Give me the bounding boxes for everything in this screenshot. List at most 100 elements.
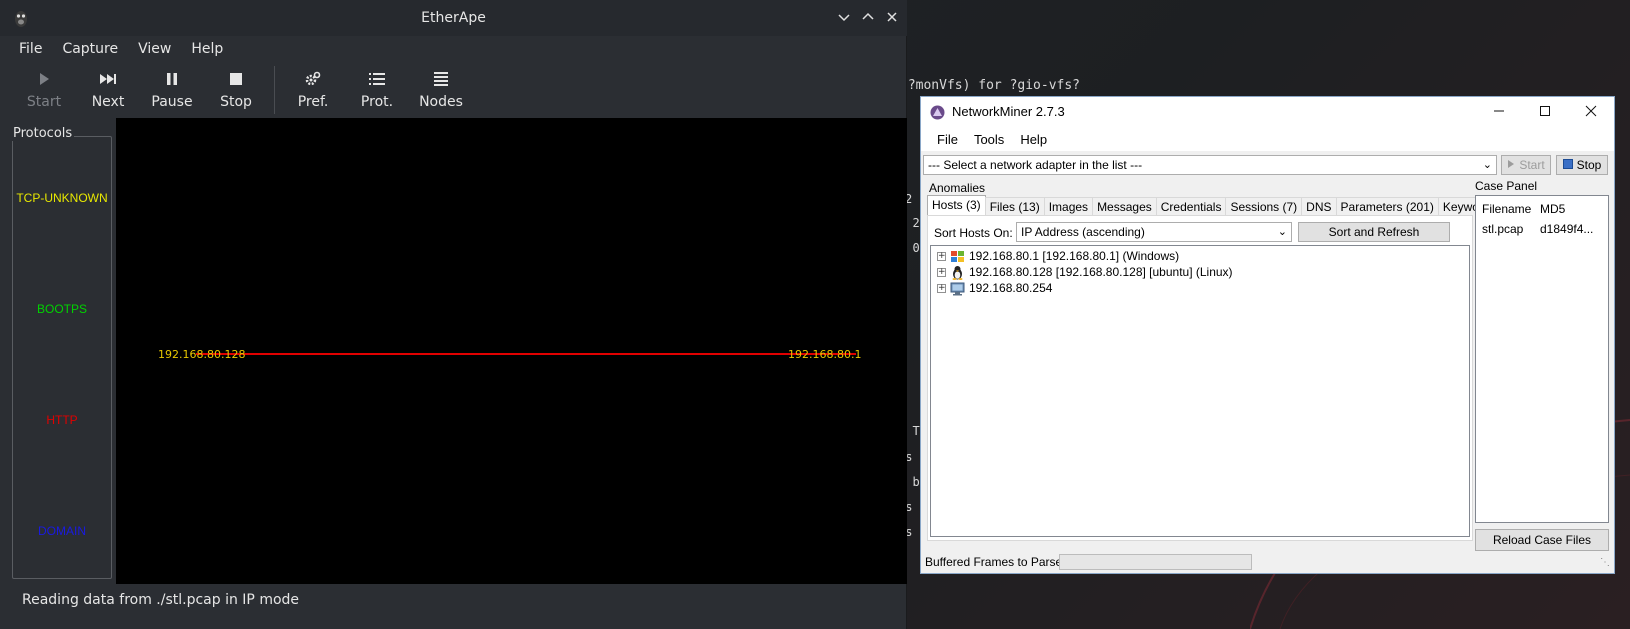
hosts-area: Anomalies Hosts (3) Files (13) Images Me… — [923, 179, 1501, 541]
tab-parameters[interactable]: Parameters (201) — [1335, 197, 1439, 215]
reload-case-files-button[interactable]: Reload Case Files — [1475, 529, 1609, 551]
close-button[interactable] — [1568, 97, 1614, 127]
host-label: 192.168.80.128 [192.168.80.128] [ubuntu]… — [969, 265, 1233, 279]
sort-and-refresh-button[interactable]: Sort and Refresh — [1298, 222, 1450, 242]
toolbar-separator — [274, 66, 275, 114]
windows-icon — [950, 249, 965, 264]
hosts-tree[interactable]: + 192.168.80.1 [192.168.80.1] (Windows) … — [930, 245, 1470, 537]
node-label-left[interactable]: 192.168.80.128 — [158, 348, 245, 361]
tab-files[interactable]: Files (13) — [984, 197, 1045, 215]
protocol-tcp-unknown[interactable]: TCP-UNKNOWN — [12, 191, 112, 205]
start-button[interactable]: Start — [1501, 155, 1551, 175]
case-file-md5: d1849f4... — [1540, 222, 1594, 236]
computer-icon — [950, 281, 965, 296]
start-label: Start — [1519, 158, 1545, 172]
preferences-button[interactable]: Pref. — [281, 64, 345, 118]
protocol-domain[interactable]: DOMAIN — [12, 524, 112, 538]
chevron-down-icon: ⌄ — [1482, 159, 1492, 171]
tab-credentials[interactable]: Credentials — [1155, 197, 1227, 215]
next-button[interactable]: Next — [76, 64, 140, 118]
buffered-frames-label: Buffered Frames to Parse: — [925, 555, 1066, 569]
networkminer-titlebar[interactable]: NetworkMiner 2.7.3 — [921, 97, 1614, 127]
adapter-select-value: --- Select a network adapter in the list… — [928, 158, 1143, 172]
minimize-button[interactable] — [835, 8, 853, 26]
sort-hosts-select[interactable]: IP Address (ascending) ⌄ — [1016, 222, 1292, 242]
stop-button[interactable]: Stop — [1556, 155, 1608, 175]
tab-anomalies[interactable]: Anomalies — [929, 181, 985, 195]
hosts-panel: Sort Hosts On: IP Address (ascending) ⌄ … — [927, 215, 1473, 541]
linux-icon — [950, 265, 965, 280]
protocols-legend: Protocols TCP-UNKNOWN BOOTPS HTTP DOMAIN — [12, 126, 112, 579]
tab-sessions[interactable]: Sessions (7) — [1225, 197, 1303, 215]
protocol-http[interactable]: HTTP — [12, 413, 112, 427]
skip-forward-icon — [99, 70, 117, 88]
network-graph-canvas[interactable]: 192.168.80.128 192.168.80.1 — [116, 118, 907, 584]
menu-file[interactable]: File — [929, 130, 966, 149]
play-icon — [35, 70, 53, 88]
case-panel-list[interactable]: Filename MD5 stl.pcap d1849f4... — [1475, 195, 1609, 523]
refresh-label: Sort and Refresh — [1328, 225, 1420, 239]
case-file-name[interactable]: stl.pcap — [1482, 222, 1523, 236]
window-title: NetworkMiner 2.7.3 — [952, 104, 1065, 119]
resize-grip-icon[interactable]: ⋱ — [1600, 557, 1610, 568]
start-label: Start — [26, 94, 62, 110]
terminal-text-line: (?monVfs) for ?gio-vfs? — [900, 78, 1081, 93]
close-button[interactable] — [883, 8, 901, 26]
host-label: 192.168.80.1 [192.168.80.1] (Windows) — [969, 249, 1180, 263]
expand-icon[interactable]: + — [937, 251, 946, 261]
stop-label: Stop — [1576, 158, 1602, 172]
tab-hosts[interactable]: Hosts (3) — [927, 195, 986, 215]
etherape-titlebar[interactable]: EtherApe — [0, 0, 907, 36]
etherape-toolbar: Start Next Pause Stop Pref. Prot. Nodes — [0, 64, 907, 118]
network-adapter-select[interactable]: --- Select a network adapter in the list… — [923, 155, 1497, 175]
minimize-button[interactable] — [1476, 97, 1522, 127]
pause-icon — [163, 70, 181, 88]
protocols-button[interactable]: Prot. — [345, 64, 409, 118]
networkminer-window: NetworkMiner 2.7.3 File Tools Help --- S… — [920, 96, 1615, 574]
menu-help[interactable]: Help — [182, 38, 232, 60]
status-bar-text: Reading data from ./stl.pcap in IP mode — [22, 592, 300, 608]
play-icon — [1507, 158, 1515, 172]
menu-tools[interactable]: Tools — [966, 130, 1012, 149]
menu-file[interactable]: File — [10, 38, 51, 60]
column-filename[interactable]: Filename — [1482, 202, 1531, 216]
tab-messages[interactable]: Messages — [1092, 197, 1157, 215]
start-button[interactable]: Start — [12, 64, 76, 118]
networkminer-app-icon — [930, 105, 945, 120]
etherape-app-icon — [12, 8, 30, 28]
menu-view[interactable]: View — [129, 38, 180, 60]
etherape-window: EtherApe File Capture View Help Start Ne… — [0, 0, 907, 629]
sort-hosts-label: Sort Hosts On: — [934, 226, 1013, 240]
etherape-menubar: File Capture View Help — [0, 36, 907, 62]
lines-icon — [432, 70, 450, 88]
host-node[interactable]: + 192.168.80.1 [192.168.80.1] (Windows) — [937, 248, 1179, 264]
tab-images[interactable]: Images — [1043, 197, 1094, 215]
stop-button[interactable]: Stop — [204, 64, 268, 118]
pref-label: Pref. — [297, 94, 329, 110]
pause-button[interactable]: Pause — [140, 64, 204, 118]
reload-label: Reload Case Files — [1492, 533, 1592, 547]
expand-icon[interactable]: + — [937, 283, 946, 293]
tab-dns[interactable]: DNS — [1301, 197, 1337, 215]
main-tabs: Hosts (3) Files (13) Images Messages Cre… — [927, 195, 1501, 215]
next-label: Next — [91, 94, 125, 110]
chevron-down-icon: ⌄ — [1277, 226, 1287, 238]
stop-icon — [1562, 158, 1573, 172]
protocols-title: Protocols — [12, 126, 75, 141]
node-label-right[interactable]: 192.168.80.1 — [788, 348, 861, 361]
maximize-button[interactable] — [1522, 97, 1568, 127]
column-md5[interactable]: MD5 — [1540, 202, 1565, 216]
case-panel-title: Case Panel — [1473, 179, 1540, 193]
prot-label: Prot. — [360, 94, 394, 110]
maximize-button[interactable] — [859, 8, 877, 26]
protocol-bootps[interactable]: BOOTPS — [12, 302, 112, 316]
window-title: EtherApe — [421, 10, 486, 26]
menu-capture[interactable]: Capture — [53, 38, 127, 60]
host-node[interactable]: + 192.168.80.254 — [937, 280, 1052, 296]
stop-label: Stop — [220, 94, 252, 110]
host-node[interactable]: + 192.168.80.128 [192.168.80.128] [ubunt… — [937, 264, 1233, 280]
expand-icon[interactable]: + — [937, 267, 946, 277]
menu-help[interactable]: Help — [1012, 130, 1055, 149]
networkminer-menubar: File Tools Help — [921, 127, 1614, 151]
nodes-button[interactable]: Nodes — [409, 64, 473, 118]
